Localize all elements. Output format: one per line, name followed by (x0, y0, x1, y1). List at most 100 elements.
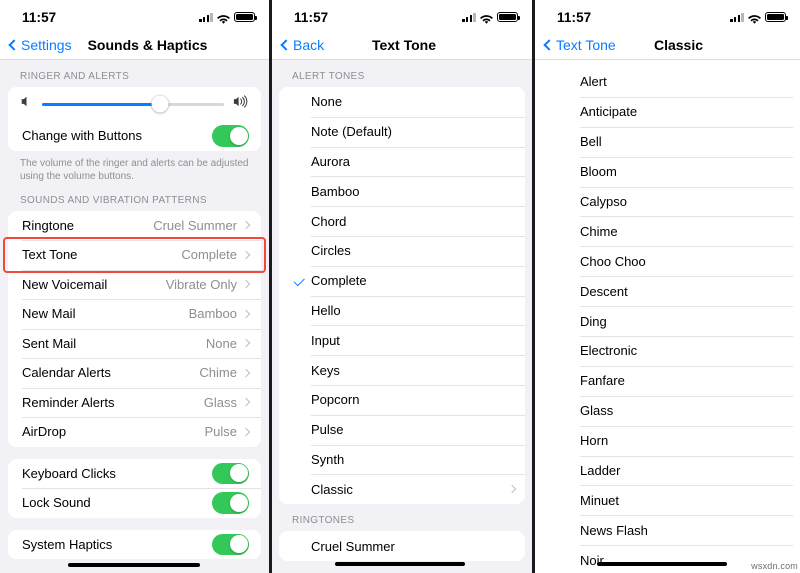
toggle-setting-row[interactable]: Lock Sound (8, 488, 261, 518)
sound-setting-value: Glass (203, 394, 237, 410)
wifi-icon (217, 12, 230, 24)
classic-tone-row[interactable]: Glass (542, 395, 793, 426)
setting-toggle[interactable] (212, 492, 249, 514)
classic-tone-row[interactable]: News Flash (542, 515, 793, 546)
alert-tone-row[interactable]: Classic (279, 474, 525, 505)
alert-tone-row[interactable]: Note (Default) (279, 116, 525, 147)
back-button-label: Back (293, 36, 325, 53)
ringer-volume-row[interactable] (8, 87, 261, 121)
back-button-settings[interactable]: Settings (8, 37, 72, 53)
panel-sounds-and-haptics: 11:57 Settings Sounds & Haptics RINGER A… (0, 0, 269, 573)
alert-tone-row[interactable]: Chord (279, 206, 525, 236)
classic-tone-row[interactable]: Descent (542, 276, 793, 307)
alert-tone-row[interactable]: Synth (279, 444, 525, 475)
watermark: wsxdn.com (751, 561, 798, 571)
status-bar: 11:57 (535, 0, 800, 30)
tone-label: Chord (311, 213, 347, 229)
classic-tone-row[interactable]: Ding (542, 306, 793, 337)
classic-tone-row[interactable]: Fanfare (542, 365, 793, 396)
change-with-buttons-toggle[interactable] (212, 125, 249, 147)
alert-tone-row[interactable]: Complete (279, 265, 525, 296)
tone-label: Electronic (580, 343, 638, 359)
alert-tone-row[interactable]: Hello (279, 295, 525, 326)
ringer-volume-slider[interactable] (42, 95, 224, 113)
alert-tone-row[interactable]: Circles (279, 235, 525, 266)
change-with-buttons-row[interactable]: Change with Buttons (8, 121, 261, 151)
alert-tone-row[interactable]: Pulse (279, 414, 525, 445)
classic-tone-row[interactable]: Bell (542, 126, 793, 157)
tone-label: Classic (311, 481, 353, 497)
section-header-ringer-and-alerts: RINGER AND ALERTS (20, 71, 130, 82)
setting-toggle[interactable] (212, 462, 249, 484)
back-button-text-tone[interactable]: Text Tone (543, 37, 616, 53)
classic-tone-row[interactable]: Choo Choo (542, 246, 793, 277)
system-haptics-label: System Haptics (22, 536, 113, 552)
tone-label: Ladder (580, 463, 621, 479)
sound-setting-row[interactable]: New Mail Bamboo (8, 299, 261, 329)
classic-tone-row[interactable]: Horn (542, 425, 793, 456)
sound-setting-row[interactable]: New Voicemail Vibrate Only (8, 269, 261, 299)
ringtones-card: Cruel Summer (279, 531, 525, 561)
cellular-signal-icon (462, 12, 476, 22)
toggle-setting-label: Keyboard Clicks (22, 465, 116, 481)
alert-tone-row[interactable]: Popcorn (279, 384, 525, 415)
sound-setting-label: New Mail (22, 306, 76, 322)
sound-setting-row[interactable]: AirDrop Pulse (8, 417, 261, 447)
chevron-right-icon (241, 250, 251, 259)
classic-tone-row[interactable]: Minuet (542, 485, 793, 516)
tone-label: Circles (311, 243, 351, 259)
speaker-low-icon (20, 95, 33, 113)
sound-setting-row[interactable]: Text Tone Complete (8, 240, 261, 270)
classic-tone-row[interactable]: Chime (542, 216, 793, 247)
toggle-setting-row[interactable]: Keyboard Clicks (8, 458, 261, 488)
tone-label: Bamboo (311, 183, 360, 199)
sound-setting-label: Sent Mail (22, 335, 77, 351)
section-header-sounds-and-vibration: SOUNDS AND VIBRATION PATTERNS (20, 194, 207, 206)
settings-scroll-area[interactable]: RINGER AND ALERTS Change with Buttons Th… (0, 60, 269, 573)
classic-tone-row[interactable]: Alert (542, 67, 793, 97)
tone-label: Input (311, 332, 340, 348)
ringer-footnote: The volume of the ringer and alerts can … (20, 157, 249, 183)
back-button[interactable]: Back (280, 36, 325, 53)
sound-setting-value: None (205, 335, 237, 351)
alert-tone-row[interactable]: Keys (279, 355, 525, 385)
sound-setting-row[interactable]: Calendar Alerts Chime (8, 358, 261, 388)
chevron-left-icon (280, 38, 292, 51)
chevron-right-icon (241, 368, 251, 377)
sound-setting-row[interactable]: Reminder Alerts Glass (8, 387, 261, 417)
status-bar: 11:57 (272, 0, 532, 30)
classic-tone-row[interactable]: Calypso (542, 186, 793, 217)
ringtone-row[interactable]: Cruel Summer (279, 531, 525, 561)
sound-setting-row[interactable]: Ringtone Cruel Summer (8, 210, 261, 240)
classic-tone-row[interactable]: Anticipate (542, 96, 793, 127)
slider-knob[interactable] (151, 95, 169, 113)
nav-bar: Back Text Tone (272, 30, 532, 60)
sound-setting-row[interactable]: Sent Mail None (8, 328, 261, 358)
system-haptics-row[interactable]: System Haptics (8, 529, 261, 559)
status-bar-clock: 11:57 (294, 9, 329, 25)
classic-tone-row[interactable]: Ladder (542, 455, 793, 486)
tone-label: Horn (580, 433, 609, 449)
slider-fill (42, 102, 161, 106)
classic-tone-row[interactable]: Electronic (542, 336, 793, 366)
sound-setting-value: Vibrate Only (165, 276, 237, 292)
text-tone-scroll-area[interactable]: ALERT TONES None Note (Default) Aurora Bamb… (272, 60, 532, 573)
sound-setting-value: Chime (199, 365, 237, 381)
tone-label: None (311, 94, 343, 110)
panel-classic: 11:57 Text Tone Classic Alert Anticipate B… (535, 0, 800, 573)
alert-tone-row[interactable]: Aurora (279, 146, 525, 177)
alert-tone-row[interactable]: None (279, 87, 525, 117)
tone-label: Glass (580, 403, 614, 419)
haptics-card: System Haptics (8, 529, 261, 559)
system-haptics-toggle[interactable] (212, 533, 249, 555)
chevron-right-icon (241, 339, 251, 348)
classic-scroll-area[interactable]: Alert Anticipate Bell Bloom Calypso Chime Choo… (535, 60, 800, 573)
tone-label: Minuet (580, 492, 620, 508)
alert-tone-row[interactable]: Input (279, 325, 525, 356)
tone-label: Bell (580, 134, 602, 150)
alert-tone-row[interactable]: Bamboo (279, 176, 525, 207)
classic-tone-row[interactable]: Bloom (542, 156, 793, 187)
tone-label: Complete (311, 273, 367, 289)
checkmark-icon (293, 274, 305, 286)
tone-label: Fanfare (580, 373, 625, 389)
